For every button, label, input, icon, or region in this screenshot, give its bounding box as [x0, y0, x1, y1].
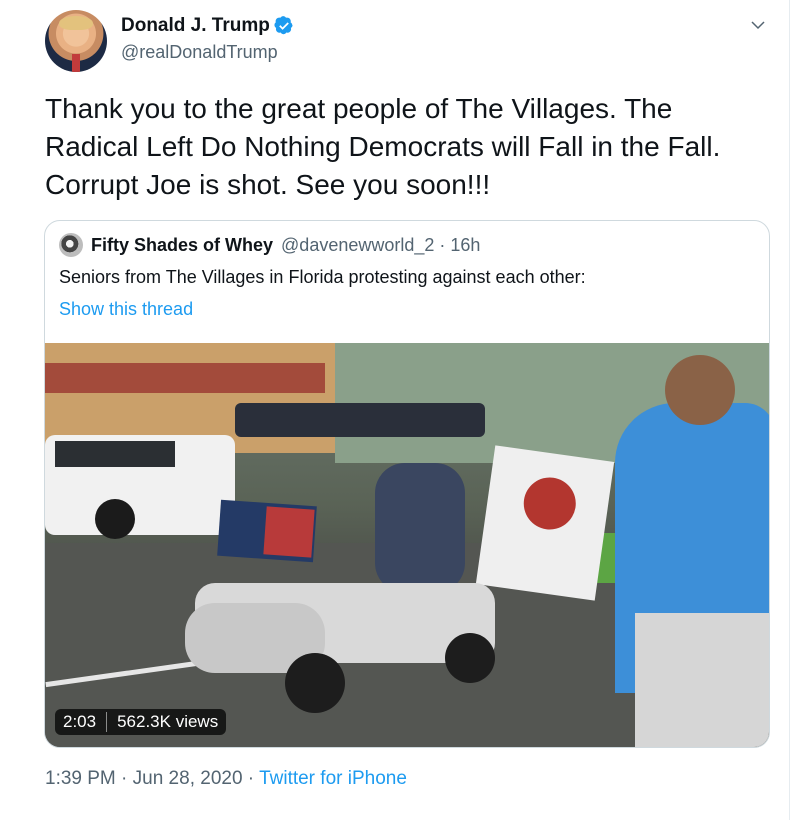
video-duration: 2:03 [63, 712, 97, 731]
quoted-tweet-header: Fifty Shades of Whey @davenewworld_2 · 1… [59, 233, 480, 257]
quoted-author-name: Fifty Shades of Whey [91, 234, 274, 255]
video-scene-golf-cart [185, 403, 505, 713]
video-player[interactable]: 2:03 562.3K views [45, 343, 769, 747]
tweet-footer: 1:39 PM · Jun 28, 2020 · Twitter for iPh… [45, 768, 407, 790]
quoted-author-avatar [59, 233, 83, 257]
author-display-name-row[interactable]: Donald J. Trump [121, 14, 294, 38]
tweet-right-border [789, 0, 790, 820]
tweet-source-link[interactable]: Twitter for iPhone [259, 768, 407, 789]
man-head [665, 355, 735, 425]
show-thread-link[interactable]: Show this thread [59, 299, 193, 320]
author-names: Donald J. Trump @realDonaldTrump [121, 14, 294, 64]
cart-front-wheel [285, 653, 345, 713]
cart-canopy [235, 403, 485, 437]
cart-driver [375, 463, 465, 593]
author-display-name[interactable]: Donald J. Trump [121, 14, 270, 38]
video-scene-man [615, 355, 769, 747]
video-views: 562.3K views [117, 712, 219, 731]
quoted-author-meta: @davenewworld_2 · 16h [281, 234, 481, 255]
author-handle[interactable]: @realDonaldTrump [121, 40, 294, 64]
video-stats-separator [106, 712, 108, 732]
police-car-window [55, 441, 175, 467]
tweet-timestamp[interactable]: 1:39 PM · Jun 28, 2020 · [45, 768, 259, 789]
banner-emblem [520, 474, 580, 533]
tweet-header: Donald J. Trump @realDonaldTrump [45, 10, 785, 74]
video-scene-roof [45, 363, 325, 393]
tweet-text: Thank you to the great people of The Vil… [45, 93, 721, 200]
quoted-tweet-text: Seniors from The Villages in Florida pro… [59, 267, 586, 287]
avatar-hair [59, 16, 93, 30]
police-car-wheel [95, 499, 135, 539]
chevron-down-icon[interactable] [749, 16, 767, 34]
author-avatar[interactable] [45, 10, 107, 72]
quoted-tweet-card[interactable]: Fifty Shades of Whey @davenewworld_2 · 1… [44, 220, 770, 748]
cart-sign-red [263, 506, 315, 558]
cart-rear-wheel [445, 633, 495, 683]
video-stats-badge: 2:03 562.3K views [55, 709, 227, 735]
verified-badge-icon [274, 16, 293, 35]
avatar-tie [72, 54, 80, 72]
man-pants [635, 613, 769, 747]
